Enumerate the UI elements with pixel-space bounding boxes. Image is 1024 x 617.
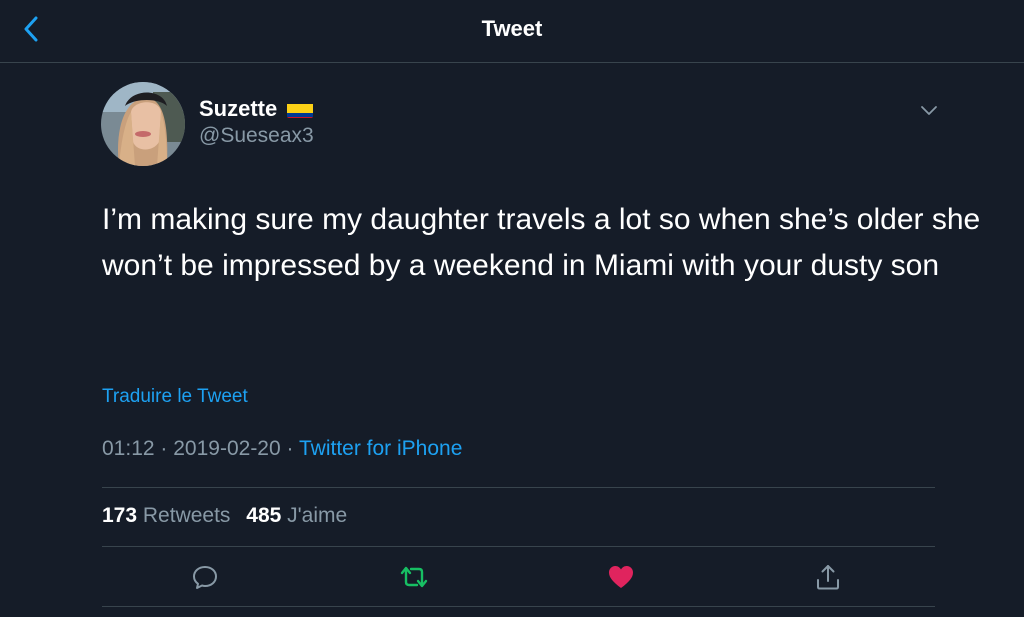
- chevron-down-icon: [921, 106, 937, 115]
- likes-stat[interactable]: 485 J'aime: [246, 504, 347, 527]
- tweet-metadata: 01:12 · 2019-02-20 · Twitter for iPhone: [102, 437, 462, 461]
- retweets-count: 173: [102, 504, 138, 527]
- more-options-button[interactable]: [917, 101, 941, 121]
- retweets-label: Retweets: [142, 504, 231, 527]
- author-name-row[interactable]: Suzette: [199, 96, 314, 122]
- meta-separator: ·: [160, 437, 168, 460]
- tweet-text: I’m making sure my daughter travels a lo…: [102, 203, 981, 282]
- author-display-name: Suzette: [199, 96, 278, 121]
- likes-count: 485: [246, 504, 282, 527]
- tweet-date: 2019-02-20: [173, 437, 281, 460]
- retweet-icon: [400, 566, 428, 588]
- heart-icon: [609, 566, 633, 588]
- reply-button[interactable]: [189, 561, 221, 593]
- retweets-stat[interactable]: 173 Retweets: [102, 504, 236, 527]
- tweet-time: 01:12: [102, 437, 155, 460]
- page-title: Tweet: [481, 16, 543, 41]
- retweet-button[interactable]: [398, 561, 430, 593]
- like-button[interactable]: [605, 561, 637, 593]
- divider: [102, 546, 935, 547]
- colombia-flag-icon: [287, 101, 314, 118]
- reply-icon: [193, 566, 217, 589]
- tweet-stats: 173 Retweets 485 J'aime: [102, 504, 357, 528]
- divider: [102, 487, 935, 488]
- likes-label: J'aime: [287, 504, 348, 527]
- share-icon: [817, 565, 839, 590]
- translate-tweet-link[interactable]: Traduire le Tweet: [102, 386, 248, 408]
- divider: [102, 606, 935, 607]
- share-button[interactable]: [812, 561, 844, 593]
- navigation-bar: Tweet: [0, 0, 1024, 63]
- avatar[interactable]: [101, 82, 185, 166]
- meta-separator: ·: [286, 437, 294, 460]
- author-handle[interactable]: @Sueseax3: [199, 124, 314, 148]
- tweet-source-link[interactable]: Twitter for iPhone: [299, 437, 462, 460]
